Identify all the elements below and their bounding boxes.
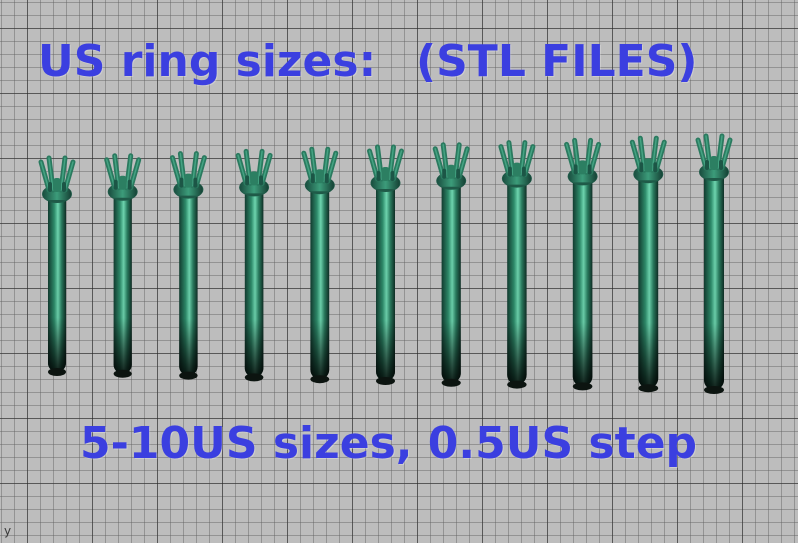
ring-model: [695, 133, 733, 394]
ring-model: [301, 146, 339, 384]
ring-model: [432, 142, 470, 387]
ring-model: [564, 137, 602, 391]
3d-viewport[interactable]: US ring sizes: (STL FILES) 5-10US sizes,…: [0, 0, 798, 543]
ring-model: [498, 140, 536, 389]
ring-model: [38, 155, 76, 376]
ring-model: [235, 148, 273, 382]
ring-model: [629, 135, 667, 393]
ring-model: [169, 151, 207, 380]
ring-model: [104, 153, 142, 378]
ring-model: [367, 144, 404, 385]
axis-y-label: y: [4, 524, 12, 538]
subtitle-size-range: 5-10US sizes, 0.5US step: [80, 418, 698, 469]
